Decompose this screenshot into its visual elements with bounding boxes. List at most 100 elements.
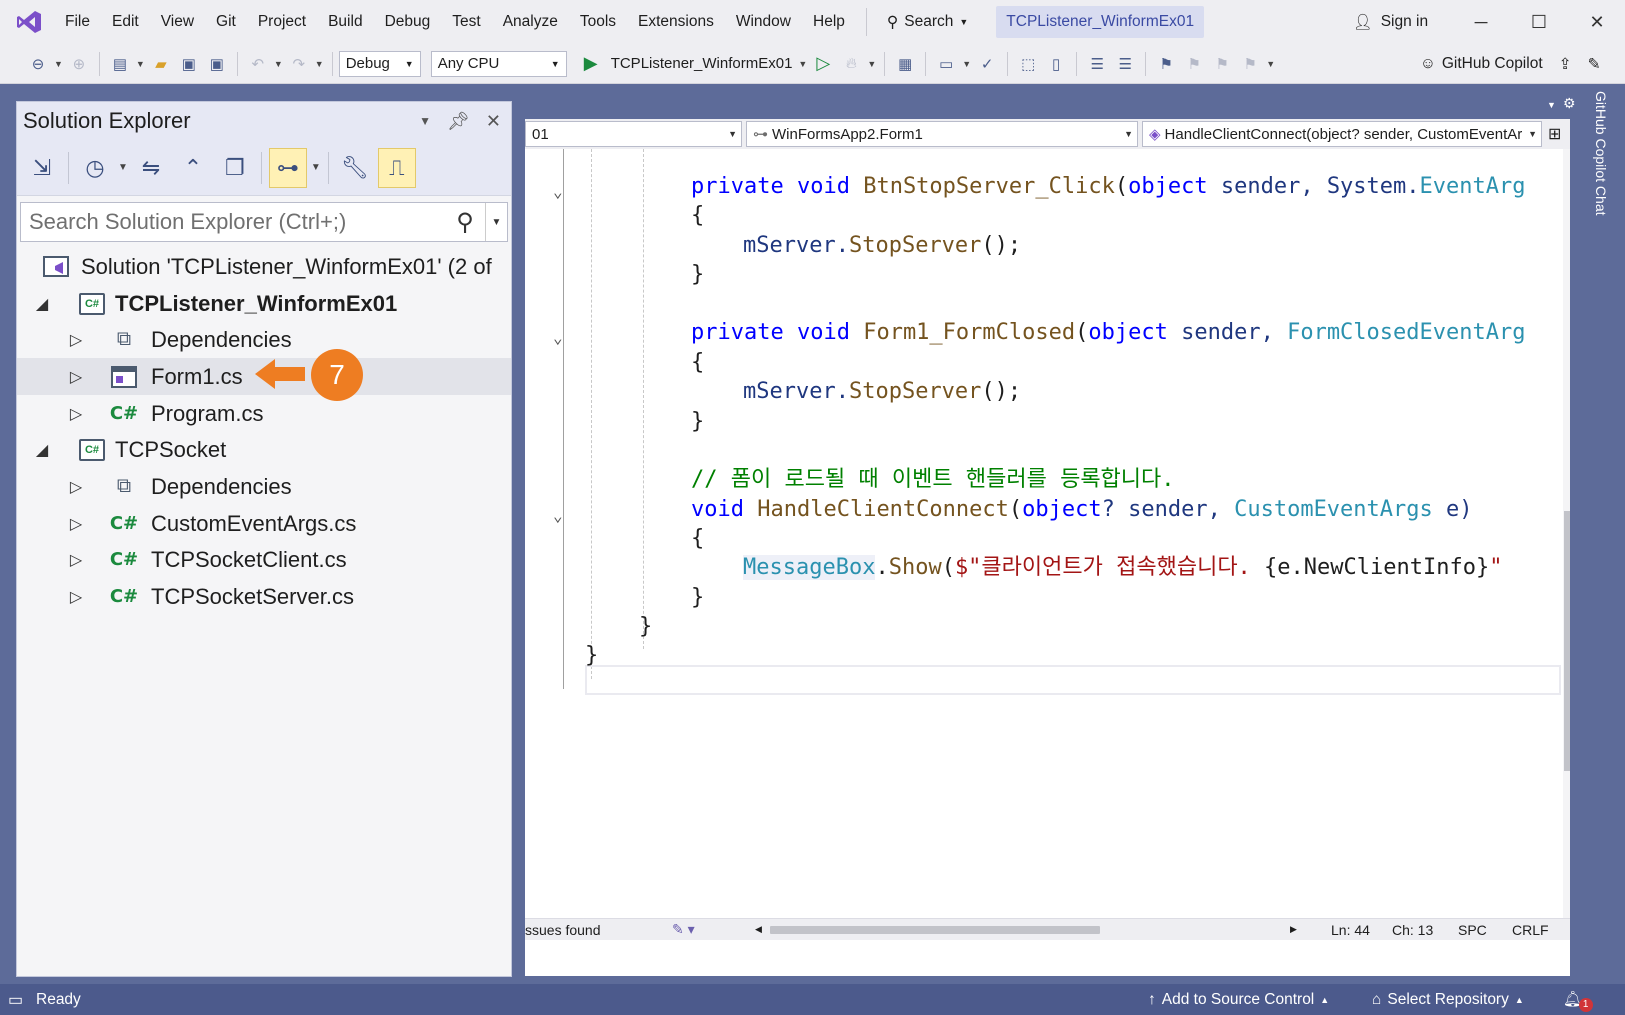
search-button[interactable]: ⚲ Search ▼ bbox=[877, 6, 978, 38]
chevron-down-icon[interactable]: ▼ bbox=[1266, 59, 1275, 69]
split-editor-icon[interactable]: ⊞ bbox=[1548, 124, 1561, 144]
tree-node-program[interactable]: ▷ C# Program.cs bbox=[17, 395, 511, 432]
type-dropdown[interactable]: ⊶ WinFormsApp2.Form1 ▼ bbox=[746, 121, 1138, 147]
pending-changes-filter-icon[interactable]: ◷ bbox=[76, 148, 114, 188]
expand-arrow-icon[interactable]: ▷ bbox=[65, 367, 87, 387]
member-dropdown[interactable]: ◈ HandleClientConnect(object? sender, Cu… bbox=[1142, 121, 1542, 147]
navigate-back-icon[interactable]: ⊖ bbox=[25, 51, 51, 77]
line-ending-indicator[interactable]: CRLF bbox=[1512, 922, 1549, 938]
close-button[interactable]: ✕ bbox=[1568, 0, 1625, 44]
copilot-chat-side-tab[interactable]: GitHub Copilot Chat bbox=[1576, 91, 1625, 976]
start-without-debugging-icon[interactable]: ▷ bbox=[810, 51, 836, 77]
copilot-chat-tab-label[interactable]: GitHub Copilot Chat bbox=[1593, 91, 1609, 216]
start-debugging-icon[interactable]: ▶ bbox=[578, 51, 604, 77]
tab-list-chevron-icon[interactable]: ▼ bbox=[1547, 100, 1556, 110]
next-bookmark-icon[interactable]: ⚑ bbox=[1209, 51, 1235, 77]
run-target-label[interactable]: TCPListener_WinformEx01 bbox=[611, 55, 793, 72]
settings-gear-icon[interactable]: ⚙ bbox=[1563, 95, 1576, 112]
menu-tools[interactable]: Tools bbox=[569, 0, 627, 44]
code-cleanup-icon[interactable]: ✎ ▾ bbox=[672, 921, 695, 938]
layout-icon[interactable]: ▭ bbox=[933, 51, 959, 77]
scroll-left-icon[interactable]: ◀ bbox=[755, 924, 762, 935]
tree-view-icon[interactable]: ⊶ bbox=[268, 147, 307, 188]
collapse-all-icon[interactable]: ⌃ bbox=[174, 148, 212, 188]
select-repository-button[interactable]: ⌂ Select Repository ▲ bbox=[1372, 984, 1524, 1015]
tree-node-tcpsocketclient[interactable]: ▷ C# TCPSocketClient.cs bbox=[17, 541, 511, 578]
expand-arrow-icon[interactable]: ▷ bbox=[65, 514, 87, 534]
fold-chevron-icon[interactable]: ⌄ bbox=[553, 182, 563, 201]
menu-debug[interactable]: Debug bbox=[374, 0, 442, 44]
menu-edit[interactable]: Edit bbox=[101, 0, 150, 44]
project-dropdown[interactable]: 01 ▼ bbox=[525, 121, 742, 147]
tree-node-customeventargs[interactable]: ▷ C# CustomEventArgs.cs bbox=[17, 505, 511, 542]
expand-arrow-icon[interactable]: ▷ bbox=[65, 477, 87, 497]
tree-node-project-tcpsocket[interactable]: ◢ C# TCPSocket bbox=[17, 431, 511, 468]
menu-git[interactable]: Git bbox=[205, 0, 247, 44]
menu-view[interactable]: View bbox=[150, 0, 205, 44]
scrollbar-thumb[interactable] bbox=[1564, 511, 1570, 771]
minimize-button[interactable]: ─ bbox=[1452, 0, 1510, 44]
preview-selected-items-icon[interactable]: ⎍ bbox=[377, 147, 416, 188]
menu-file[interactable]: File bbox=[54, 0, 101, 44]
collapse-arrow-icon[interactable]: ◢ bbox=[31, 294, 53, 314]
chevron-down-icon[interactable]: ▼ bbox=[315, 59, 324, 69]
maximize-button[interactable]: ☐ bbox=[1510, 0, 1568, 44]
collapse-arrow-icon[interactable]: ◢ bbox=[31, 440, 53, 460]
undo-icon[interactable]: ↶ bbox=[245, 51, 271, 77]
chevron-down-icon[interactable]: ▼ bbox=[136, 59, 145, 69]
sync-with-document-icon[interactable]: ⇋ bbox=[132, 148, 170, 188]
window-options-icon[interactable]: ▼ bbox=[419, 114, 431, 128]
chevron-down-icon[interactable]: ▼ bbox=[311, 162, 321, 173]
show-all-files-icon[interactable]: ❐ bbox=[216, 148, 254, 188]
issues-status[interactable]: ssues found bbox=[525, 922, 601, 938]
pin-icon[interactable]: 📌︎ bbox=[447, 111, 470, 132]
expand-arrow-icon[interactable]: ▷ bbox=[65, 550, 87, 570]
horizontal-scrollbar-thumb[interactable] bbox=[770, 926, 1100, 934]
fold-chevron-icon[interactable]: ⌄ bbox=[553, 506, 563, 525]
menu-window[interactable]: Window bbox=[725, 0, 802, 44]
tree-node-tcpsocketserver[interactable]: ▷ C# TCPSocketServer.cs bbox=[17, 578, 511, 615]
menu-project[interactable]: Project bbox=[247, 0, 317, 44]
comment-lines-icon[interactable]: ☰ bbox=[1084, 51, 1110, 77]
share-icon[interactable]: ⇪ bbox=[1559, 55, 1572, 74]
search-input[interactable]: Search Solution Explorer (Ctrl+;) bbox=[21, 209, 445, 235]
chevron-down-icon[interactable]: ▼ bbox=[962, 59, 971, 69]
hot-reload-icon[interactable]: 🔥︎ bbox=[838, 51, 864, 77]
fold-chevron-icon[interactable]: ⌄ bbox=[553, 328, 563, 347]
uncomment-lines-icon[interactable]: ☰ bbox=[1112, 51, 1138, 77]
whitespace-indicator[interactable]: SPC bbox=[1458, 922, 1487, 938]
vertical-scrollbar[interactable] bbox=[1563, 149, 1570, 939]
menu-test[interactable]: Test bbox=[441, 0, 491, 44]
feedback-icon[interactable]: ✎ bbox=[1588, 55, 1601, 74]
platform-dropdown[interactable]: Any CPU ▼ bbox=[430, 50, 567, 77]
menu-build[interactable]: Build bbox=[317, 0, 373, 44]
properties-wrench-icon[interactable]: 🔧︎ bbox=[336, 148, 374, 188]
expand-arrow-icon[interactable]: ▷ bbox=[65, 404, 87, 424]
browse-folder-icon[interactable]: ▦ bbox=[892, 51, 918, 77]
open-folder-icon[interactable]: ▰ bbox=[148, 51, 174, 77]
menu-analyze[interactable]: Analyze bbox=[492, 0, 569, 44]
tree-node-project-tcplistener[interactable]: ◢ C# TCPListener_WinformEx01 bbox=[17, 285, 511, 322]
previous-bookmark-icon[interactable]: ⚑ bbox=[1181, 51, 1207, 77]
switch-views-icon[interactable]: ⇲ bbox=[23, 148, 61, 188]
chevron-down-icon[interactable]: ▼ bbox=[274, 59, 283, 69]
add-to-source-control-button[interactable]: ↑ Add to Source Control ▲ bbox=[1148, 984, 1329, 1015]
chevron-down-icon[interactable]: ▼ bbox=[867, 59, 876, 69]
configuration-dropdown[interactable]: Debug ▼ bbox=[338, 50, 421, 77]
scroll-right-icon[interactable]: ▶ bbox=[1290, 924, 1297, 935]
redo-icon[interactable]: ↷ bbox=[286, 51, 312, 77]
chevron-down-icon[interactable]: ▼ bbox=[118, 162, 128, 173]
chevron-down-icon[interactable]: ▼ bbox=[798, 59, 807, 69]
visual-studio-logo-icon[interactable] bbox=[14, 7, 44, 37]
column-indicator[interactable]: Ch: 13 bbox=[1392, 922, 1433, 938]
solution-explorer-search[interactable]: Search Solution Explorer (Ctrl+;) ⚲ ▼ bbox=[20, 202, 508, 242]
close-icon[interactable]: ✕ bbox=[486, 111, 501, 132]
new-item-icon[interactable]: ▤ bbox=[107, 51, 133, 77]
expand-arrow-icon[interactable]: ▷ bbox=[65, 587, 87, 607]
tree-node-dependencies[interactable]: ▷ ⧉ Dependencies bbox=[17, 468, 511, 505]
save-icon[interactable]: ▣ bbox=[176, 51, 202, 77]
clipboard-icon[interactable]: ▯ bbox=[1043, 51, 1069, 77]
output-window-icon[interactable]: ▭ bbox=[8, 990, 23, 1010]
sign-in-button[interactable]: 👤︎ Sign in bbox=[1353, 0, 1428, 44]
clear-bookmarks-icon[interactable]: ⚑ bbox=[1237, 51, 1263, 77]
